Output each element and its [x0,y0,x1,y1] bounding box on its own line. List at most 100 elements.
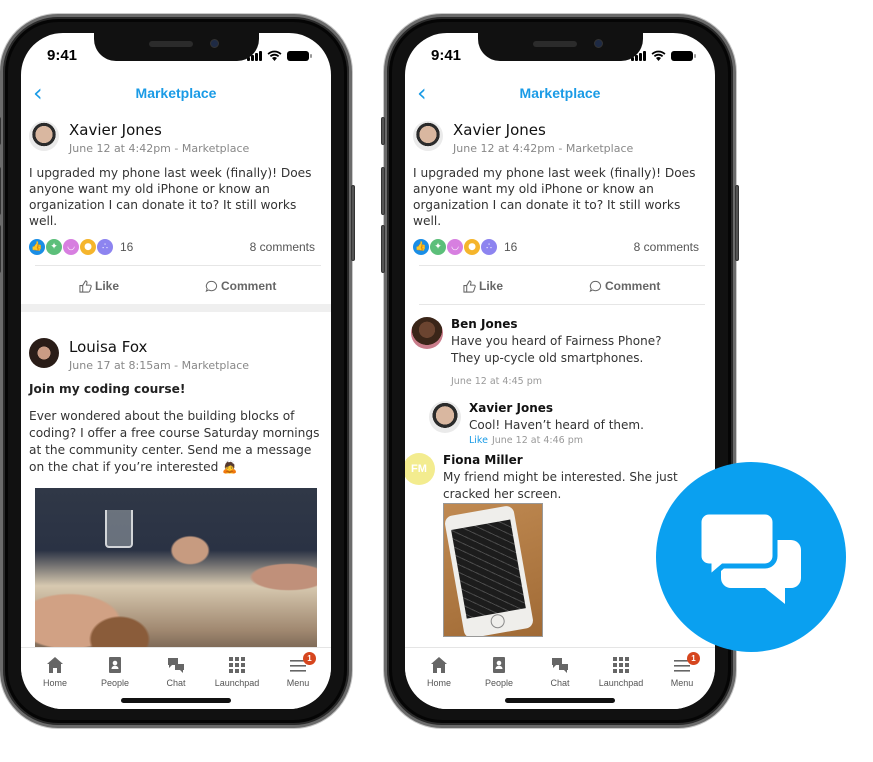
comment-button[interactable]: Comment [205,279,276,293]
home-indicator[interactable] [505,698,615,703]
chat-icon [552,658,568,673]
comment-text: Cool! Haven’t heard of them. [469,418,644,432]
comment-label: Comment [605,279,661,293]
network-icon: ∴ [97,239,113,255]
mute-switch [381,117,385,145]
battery-icon [287,51,312,61]
feed[interactable]: Xavier Jones June 12 at 4:42pm - Marketp… [21,121,331,649]
post-card: Louisa Fox June 17 at 8:15am - Marketpla… [21,312,331,649]
like-label: Like [95,279,120,293]
post-text: I upgraded my phone last week (finally)!… [29,166,312,228]
lightbulb-icon: ● [80,239,96,255]
comment-count[interactable]: 8 comments [250,240,315,254]
reactions-row[interactable]: 👍 ✦ ◡ ● ∴ 16 8 comments [29,229,323,265]
speaker [149,41,193,47]
nav-title: Marketplace [519,85,601,101]
home-icon [47,657,63,673]
tab-label: Launchpad [598,678,644,688]
battery-icon [671,51,696,61]
tab-people[interactable]: People [84,656,146,688]
party-popper-icon: ✦ [430,239,446,255]
tab-home[interactable]: Home [408,656,470,688]
power-button [351,185,355,261]
volume-up-button [381,167,385,215]
notch [478,33,643,61]
tab-label: Chat [166,678,186,688]
grid-icon [229,657,245,673]
glass [105,510,133,548]
comment-author[interactable]: Ben Jones [451,317,518,331]
post-meta: June 12 at 4:42pm - Marketplace [453,142,634,155]
avatar[interactable] [29,121,59,151]
avatar[interactable] [29,338,59,368]
nav-title: Marketplace [135,85,217,101]
front-camera [210,39,219,48]
avatar[interactable] [411,317,443,349]
tab-menu[interactable]: 1 Menu [267,652,329,688]
post-author[interactable]: Xavier Jones [453,121,546,139]
tab-launchpad[interactable]: Launchpad [590,656,652,688]
thumbs-up-icon: 👍 [413,239,429,255]
post-title: Join my coding course! [29,382,186,396]
tab-label: Chat [550,678,570,688]
reaction-count: 16 [504,240,518,254]
volume-up-button [0,167,1,215]
post-meta: June 12 at 4:42pm - Marketplace [69,142,250,155]
tab-people[interactable]: People [468,656,530,688]
contacts-icon [493,657,505,673]
mute-switch [0,117,1,145]
screen: 9:41 ‹ Marketplace Xavier Jones June 12 … [405,33,715,709]
tab-chat[interactable]: Chat [145,656,207,688]
comment-button[interactable]: Comment [589,279,660,293]
post-text: Ever wondered about the building blocks … [29,409,320,474]
avatar[interactable] [413,121,443,151]
smile-icon: ◡ [447,239,463,255]
screen: 9:41 ‹ Marketplace Xavier Jones June 12 … [21,33,331,709]
home-indicator[interactable] [121,698,231,703]
reactions-row[interactable]: 👍 ✦ ◡ ● ∴ 16 8 comments [413,229,707,265]
status-time: 9:41 [431,47,462,64]
post-photo[interactable] [35,488,317,649]
tab-chat[interactable]: Chat [529,656,591,688]
comment-author[interactable]: Xavier Jones [469,401,553,415]
contacts-icon [109,657,121,673]
tab-home[interactable]: Home [24,656,86,688]
tab-launchpad[interactable]: Launchpad [206,656,268,688]
like-button[interactable]: Like [79,279,119,293]
cracked-phone [444,504,535,636]
comment-icon [205,280,218,292]
tab-label: Home [42,678,67,688]
notch [94,33,259,61]
comment-photo[interactable] [443,503,543,637]
post-text: I upgraded my phone last week (finally)!… [413,166,696,228]
post-card: Xavier Jones June 12 at 4:42pm - Marketp… [405,121,715,305]
power-button [735,185,739,261]
comment-reply: Xavier Jones Cool! Haven’t heard of them… [429,401,715,453]
chat-icon [168,658,184,673]
post-author[interactable]: Louisa Fox [69,338,147,356]
notification-badge: 1 [687,652,700,665]
speaker [533,41,577,47]
tab-menu[interactable]: 1 Menu [651,652,713,688]
comment-like-link[interactable]: Like [469,435,488,446]
phone-frame-left: 9:41 ‹ Marketplace Xavier Jones June 12 … [0,14,355,728]
party-popper-icon: ✦ [46,239,62,255]
comment-label: Comment [221,279,277,293]
tab-label: Menu [286,678,310,688]
chat-bubble-badge [656,462,846,652]
nav-bar: ‹ Marketplace [21,73,331,113]
comment-count[interactable]: 8 comments [634,240,699,254]
avatar-initials[interactable]: FM [405,453,435,485]
tab-label: Home [426,678,451,688]
like-button[interactable]: Like [463,279,503,293]
comment-time: June 12 at 4:46 pm [491,435,583,446]
post-meta: June 17 at 8:15am - Marketplace [69,359,250,372]
comment-time: June 12 at 4:45 pm [451,376,543,387]
notification-badge: 1 [303,652,316,665]
avatar[interactable] [429,401,461,433]
network-icon: ∴ [481,239,497,255]
comment-author[interactable]: Fiona Miller [443,453,523,467]
grid-icon [613,657,629,673]
front-camera [594,39,603,48]
post-author[interactable]: Xavier Jones [69,121,162,139]
